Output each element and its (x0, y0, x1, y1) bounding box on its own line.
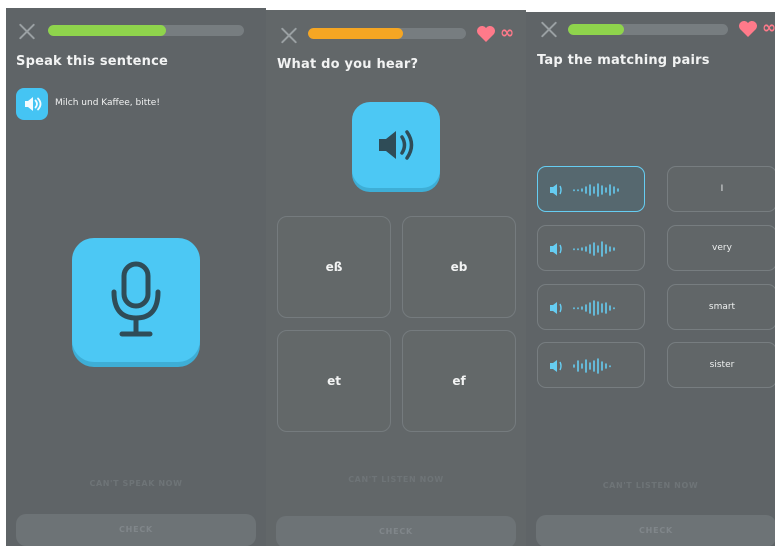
play-audio-button[interactable] (352, 102, 440, 188)
microphone-icon (111, 261, 161, 337)
progress-bar (308, 28, 466, 39)
check-button[interactable]: CHECK (536, 515, 775, 546)
waveform-icon (550, 358, 611, 374)
cant-listen-button[interactable]: CAN'T LISTEN NOW (526, 481, 775, 490)
screen-matching-pairs: ∞ Tap the matching pairs I very smart si… (526, 12, 775, 546)
option-card[interactable]: eß (277, 216, 391, 318)
heart-icon (477, 26, 495, 42)
waveform-icon (550, 241, 615, 257)
lives-infinity: ∞ (762, 18, 775, 38)
screen-speak-sentence: Speak this sentence Milch und Kaffee, bi… (6, 8, 266, 546)
audio-tile-4[interactable] (537, 342, 645, 388)
heart-icon (739, 21, 757, 37)
option-card[interactable]: eb (402, 216, 516, 318)
screen-what-do-you-hear: ∞ What do you hear? eß eb et ef CAN'T LI… (266, 10, 526, 546)
page-title: What do you hear? (277, 57, 419, 72)
cant-speak-button[interactable]: CAN'T SPEAK NOW (6, 479, 266, 488)
progress-fill (308, 28, 403, 39)
speaker-icon (379, 130, 414, 160)
word-tile[interactable]: I (667, 166, 775, 212)
audio-tile-2[interactable] (537, 225, 645, 271)
waveform-icon (550, 183, 619, 197)
lives-infinity: ∞ (500, 23, 515, 43)
word-tile[interactable]: smart (667, 284, 775, 330)
close-icon[interactable] (540, 20, 558, 38)
word-tile[interactable]: sister (667, 342, 775, 388)
progress-bar (48, 25, 244, 36)
microphone-button[interactable] (72, 238, 200, 362)
check-button[interactable]: CHECK (276, 516, 516, 546)
word-tile[interactable]: very (667, 225, 775, 271)
check-button[interactable]: CHECK (16, 514, 256, 546)
sentence-text: Milch und Kaffee, bitte! (55, 98, 160, 108)
close-icon[interactable] (18, 22, 36, 40)
progress-fill (568, 24, 624, 35)
audio-tile-3[interactable] (537, 284, 645, 330)
close-icon[interactable] (280, 26, 298, 44)
sentence-speaker-button[interactable] (16, 88, 48, 120)
waveform-icon (550, 300, 615, 316)
page-title: Tap the matching pairs (537, 53, 710, 68)
audio-tile-1[interactable] (537, 166, 645, 212)
option-card[interactable]: ef (402, 330, 516, 432)
speaker-icon (25, 97, 42, 111)
cant-listen-button[interactable]: CAN'T LISTEN NOW (266, 475, 526, 484)
progress-bar (568, 24, 728, 35)
progress-fill (48, 25, 166, 36)
option-card[interactable]: et (277, 330, 391, 432)
page-title: Speak this sentence (16, 54, 169, 69)
